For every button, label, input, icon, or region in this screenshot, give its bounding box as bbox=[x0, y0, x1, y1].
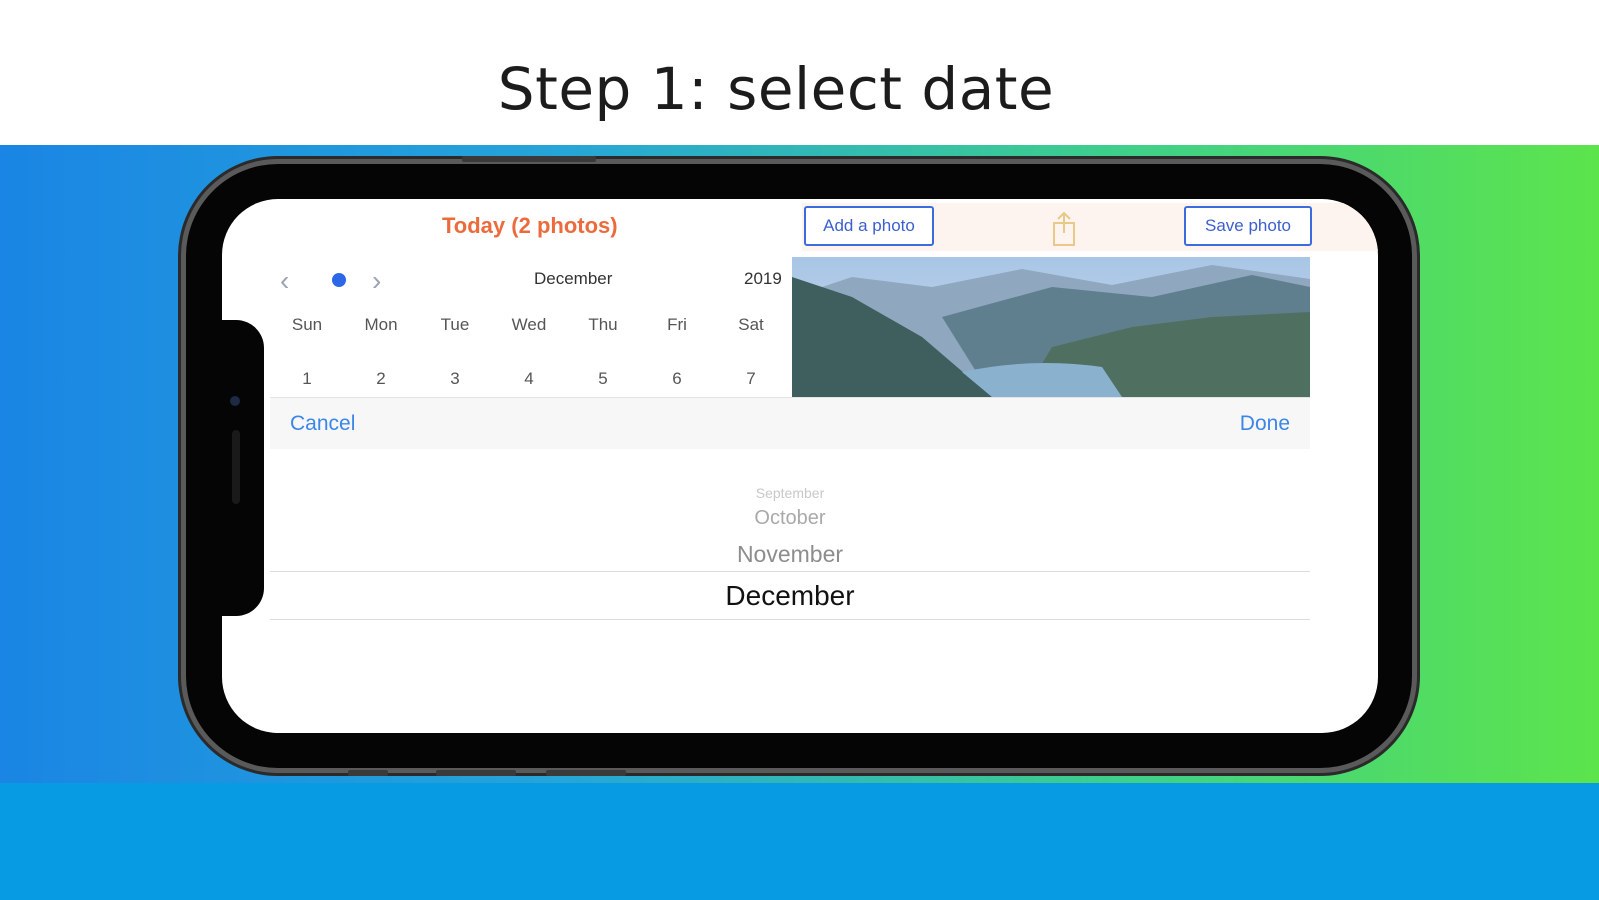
chevron-left-icon[interactable]: ‹ bbox=[280, 265, 289, 297]
calendar-day[interactable]: 2 bbox=[344, 369, 418, 389]
weekday-label: Sat bbox=[738, 315, 764, 334]
phone-screen: Today (2 photos) Add a photo Save photo … bbox=[222, 199, 1378, 733]
page-headline: Step 1: select date bbox=[497, 55, 1055, 123]
picker-option[interactable]: September bbox=[270, 485, 1310, 501]
picker-selection-bottom-line bbox=[270, 619, 1310, 620]
chevron-right-icon[interactable]: › bbox=[372, 265, 381, 297]
calendar-month[interactable]: December bbox=[534, 269, 612, 289]
picker-selected-option[interactable]: December bbox=[270, 580, 1310, 612]
calendar-day[interactable]: 5 bbox=[566, 369, 640, 389]
calendar-day[interactable]: 3 bbox=[418, 369, 492, 389]
save-photo-button[interactable]: Save photo bbox=[1184, 206, 1312, 246]
add-photo-button[interactable]: Add a photo bbox=[804, 206, 934, 246]
done-button[interactable]: Done bbox=[1240, 412, 1290, 436]
picker-toolbar: Cancel Done bbox=[270, 397, 1310, 451]
weekday-header: Sun Mon Tue Wed Thu Fri Sat bbox=[270, 315, 810, 335]
phone-top-button bbox=[462, 156, 596, 162]
picker-option[interactable]: November bbox=[270, 541, 1310, 568]
phone-bottom-button-3 bbox=[546, 770, 626, 776]
landscape-photo[interactable] bbox=[792, 257, 1310, 397]
weekday-label: Tue bbox=[440, 315, 470, 334]
footer-band bbox=[0, 783, 1599, 900]
picker-selection-top-line bbox=[270, 571, 1310, 572]
today-label[interactable]: Today (2 photos) bbox=[442, 213, 618, 239]
phone-bottom-button-1 bbox=[348, 770, 388, 776]
weekday-label: Sun bbox=[291, 315, 323, 334]
calendar-day[interactable]: 4 bbox=[492, 369, 566, 389]
weekday-label: Wed bbox=[511, 315, 547, 334]
calendar-day[interactable]: 7 bbox=[714, 369, 788, 389]
calendar-day[interactable]: 1 bbox=[270, 369, 344, 389]
weekday-label: Thu bbox=[588, 315, 618, 334]
calendar-year[interactable]: 2019 bbox=[744, 269, 782, 289]
today-dot-button[interactable] bbox=[332, 273, 346, 287]
picker-option[interactable]: October bbox=[270, 507, 1310, 530]
camera-icon bbox=[230, 396, 240, 406]
phone-bottom-button-2 bbox=[436, 770, 516, 776]
weekday-label: Mon bbox=[364, 315, 398, 334]
share-icon[interactable] bbox=[1052, 211, 1076, 247]
weekday-label: Fri bbox=[667, 315, 687, 334]
cancel-button[interactable]: Cancel bbox=[290, 412, 355, 436]
calendar-day[interactable]: 6 bbox=[640, 369, 714, 389]
phone-notch bbox=[210, 320, 264, 616]
calendar-week-row: 1 2 3 4 5 6 7 bbox=[270, 369, 810, 389]
speaker-grille bbox=[232, 430, 240, 504]
month-picker-wheel[interactable]: September October November December bbox=[270, 449, 1310, 733]
